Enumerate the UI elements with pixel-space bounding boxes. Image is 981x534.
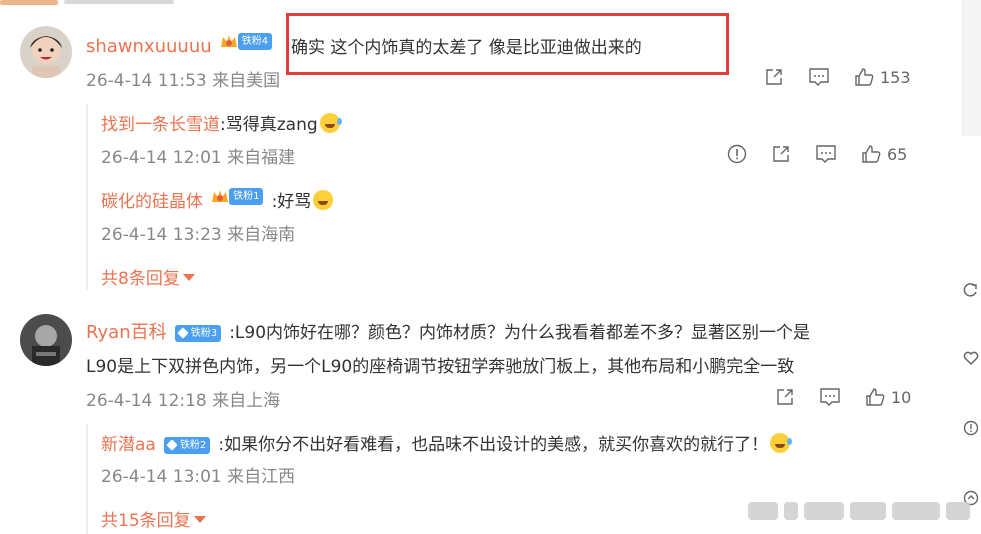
comment-actions: 153 [764,65,911,89]
reply-text: :如果你分不出好看难看，也品味不出设计的美感，就买你喜欢的就行了！ [218,435,769,455]
avatar[interactable] [20,314,72,366]
reply-line: 碳化的硅晶体 铁粉1 :好骂 [101,187,334,212]
caret-down-icon [182,274,195,281]
like-icon [855,68,874,86]
reply-username[interactable]: 找到一条长雪道 [101,115,220,135]
share-icon [766,69,782,85]
like-icon [866,388,885,406]
timestamp: 26-4-14 13:01 [101,467,222,487]
comment-line1: Ryan百科 铁粉3 :L90内饰好在哪？颜色？内饰材质？为什么我看着都差不多？… [86,318,810,344]
reply-button[interactable] [819,387,841,407]
reply-username[interactable]: 新潜aa [101,435,156,455]
avatar[interactable] [20,26,72,78]
refresh-icon[interactable] [963,282,979,302]
crown-icon [212,190,229,202]
reply-meta: 26-4-14 12:01 来自福建 [101,143,295,168]
timestamp: 26-4-14 12:18 [86,391,207,411]
like-button[interactable]: 153 [854,67,911,87]
username[interactable]: shawnxuuuuu [86,36,212,57]
username[interactable]: Ryan百科 [86,322,167,343]
comment-icon [820,388,840,406]
laugh-emoji [313,190,334,210]
info-icon[interactable] [963,420,979,440]
reply-divider [86,424,88,534]
comment-text-cont: L90是上下双拼色内饰，另一个L90的座椅调节按钮学奔驰放门板上，其他布局和小鹏… [86,357,795,377]
reply-text: :好骂 [271,192,312,212]
fan-badge: 铁粉1 [211,188,264,205]
comment-icon [809,68,829,86]
share-button[interactable] [764,67,784,87]
side-panel [962,0,981,136]
share-button[interactable] [771,144,791,164]
comment-header: shawnxuuuuu 铁粉4 [86,33,275,57]
fan-badge: 铁粉2 [163,437,211,454]
more-replies-link[interactable]: 共15条回复 [101,506,206,531]
like-button[interactable]: 65 [861,144,907,164]
reply-text: :骂得真zang [220,115,318,135]
caret-down-icon [193,516,206,523]
fan-badge: 铁粉4 [220,33,273,50]
location: 来自美国 [212,71,281,91]
reply-actions: 65 [727,142,907,166]
like-icon [862,145,881,163]
location: 来自江西 [227,467,296,487]
location: 来自福建 [227,148,296,168]
comment-text: 确实 这个内饰真的太差了 像是比亚迪做出来的 [291,38,642,58]
clipped-previous-content [0,0,180,8]
like-button[interactable]: 10 [865,387,911,407]
reply-line: 找到一条长雪道:骂得真zang [101,110,342,135]
location: 来自海南 [227,225,296,245]
share-icon [777,389,793,405]
heart-icon[interactable] [963,350,979,370]
crown-icon [220,35,237,47]
watermark [748,496,973,526]
timestamp: 26-4-14 12:01 [101,148,222,168]
timestamp: 26-4-14 11:53 [86,71,207,91]
reply-line: 新潜aa 铁粉2 :如果你分不出好看难看，也品味不出设计的美感，就买你喜欢的就行… [101,430,793,455]
timestamp: 26-4-14 13:23 [101,225,222,245]
comment-meta: 26-4-14 11:53 来自美国 [86,66,280,91]
reply-button[interactable] [815,144,837,164]
share-icon [773,146,789,162]
report-icon [727,144,747,164]
comment-meta: 26-4-14 12:18 来自上海 [86,386,280,411]
reply-divider [86,104,88,290]
like-count: 65 [887,144,908,164]
comment-icon [816,145,836,163]
report-button[interactable] [727,144,747,164]
laugh-cry-emoji [770,433,793,453]
comment-actions: 10 [775,385,911,409]
reply-meta: 26-4-14 13:23 来自海南 [101,220,295,245]
reply-button[interactable] [808,67,830,87]
reply-username[interactable]: 碳化的硅晶体 [101,192,203,212]
share-button[interactable] [775,387,795,407]
laugh-cry-emoji [319,113,342,133]
fan-badge: 铁粉3 [174,325,222,342]
location: 来自上海 [212,391,281,411]
more-replies-link[interactable]: 共8条回复 [101,264,195,289]
comment-text: :L90内饰好在哪？颜色？内饰材质？为什么我看着都差不多？显著区别一个是 [229,323,811,343]
like-count: 10 [891,387,912,407]
like-count: 153 [880,67,911,87]
reply-meta: 26-4-14 13:01 来自江西 [101,462,295,487]
